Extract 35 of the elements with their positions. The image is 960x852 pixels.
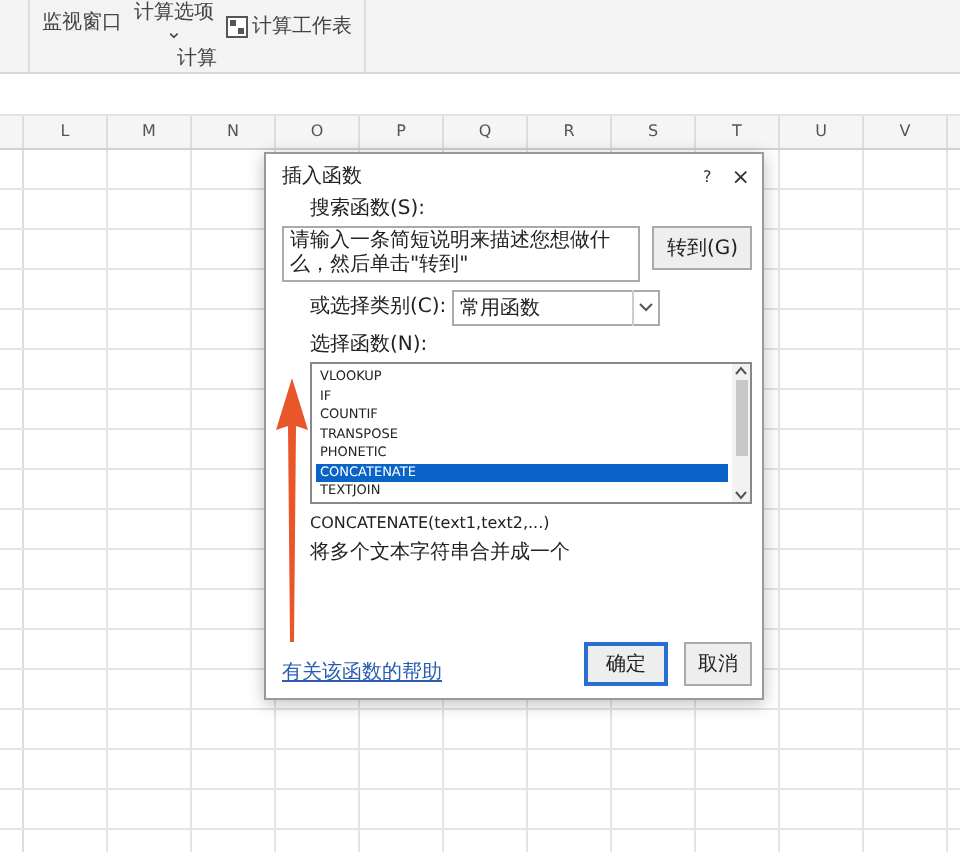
column-header[interactable]: N [192,116,276,148]
go-button[interactable]: 转到(G) [652,226,752,270]
sheet-icon [226,15,248,37]
function-list-label: 选择函数(N): [310,334,430,358]
scroll-down-icon[interactable] [734,488,748,502]
column-header[interactable]: L [24,116,108,148]
chevron-down-icon [632,290,658,326]
function-description: 将多个文本字符串合并成一个 [310,539,572,566]
column-header[interactable]: V [864,116,948,148]
column-header[interactable]: S [612,116,696,148]
scrollbar[interactable] [732,364,750,502]
dialog-title: 插入函数 [282,163,362,190]
help-link[interactable]: 有关该函数的帮助 [282,658,442,686]
search-field[interactable]: 请输入一条简短说明来描述您想做什么，然后单击"转到" [282,226,641,282]
calculate-sheet-button[interactable]: 计算工作表 [226,12,352,40]
watch-window-button[interactable]: 监视窗口 [42,4,122,36]
category-label: 或选择类别(C): [310,296,447,320]
close-button[interactable]: × [731,163,750,189]
column-header[interactable]: P [360,116,444,148]
column-header[interactable]: R [528,116,612,148]
column-header[interactable]: M [108,116,192,148]
group-label: 计算 [177,48,217,72]
column-header[interactable]: O [276,116,360,148]
scrollbar-thumb[interactable] [735,380,747,456]
column-header[interactable]: Q [444,116,528,148]
ok-button[interactable]: 确定 [584,642,668,686]
scroll-up-icon[interactable] [734,364,748,378]
function-signature: CONCATENATE(text1,text2,...) [310,514,552,532]
calc-options-button[interactable]: 计算选项 ⌄ [134,4,214,44]
help-button[interactable]: ? [703,163,712,189]
category-dropdown[interactable]: 常用函数 [452,290,660,326]
cancel-button[interactable]: 取消 [684,642,752,686]
search-label: 搜索函数(S): [310,198,428,222]
column-header[interactable]: U [780,116,864,148]
column-header[interactable]: T [696,116,780,148]
